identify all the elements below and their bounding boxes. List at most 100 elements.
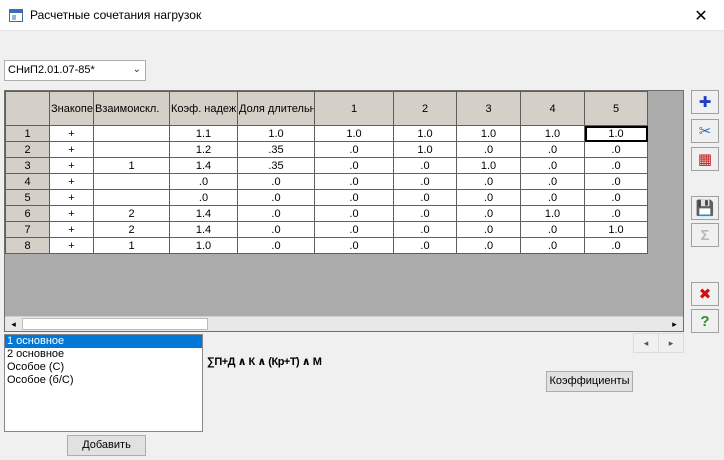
- grid-cell[interactable]: .0: [584, 141, 648, 158]
- save-button[interactable]: 💾: [691, 196, 719, 220]
- grid-cell[interactable]: [93, 125, 170, 142]
- grid-cell[interactable]: .0: [393, 157, 457, 174]
- grid-cell[interactable]: +: [49, 125, 94, 142]
- grid-cell[interactable]: .0: [584, 205, 648, 222]
- grid-cell[interactable]: .0: [456, 221, 521, 238]
- grid-cell[interactable]: .0: [393, 173, 457, 190]
- grid-cell[interactable]: 1: [93, 157, 170, 174]
- column-header[interactable]: 1: [314, 91, 394, 126]
- grid-cell[interactable]: .0: [393, 189, 457, 206]
- grid-cell[interactable]: .0: [237, 221, 315, 238]
- column-header[interactable]: 3: [456, 91, 521, 126]
- coefficients-button[interactable]: Коэффициенты: [546, 371, 633, 392]
- grid-cell[interactable]: 1.2: [169, 141, 238, 158]
- pager-next-button[interactable]: ▸: [658, 333, 684, 353]
- list-item[interactable]: 1 основное: [5, 335, 202, 348]
- grid-cell[interactable]: +: [49, 141, 94, 158]
- list-item[interactable]: Особое (С): [5, 361, 202, 374]
- grid-cell[interactable]: 2: [93, 205, 170, 222]
- grid-cell[interactable]: +: [49, 157, 94, 174]
- column-header[interactable]: Коэф. надежн.: [169, 91, 238, 126]
- add-button[interactable]: ✚: [691, 90, 719, 114]
- grid-cell[interactable]: .0: [520, 157, 585, 174]
- grid-cell[interactable]: 1.4: [169, 157, 238, 174]
- grid-cell[interactable]: +: [49, 205, 94, 222]
- grid-cell[interactable]: .0: [314, 141, 394, 158]
- close-x-button[interactable]: ✖: [691, 282, 719, 306]
- grid-cell[interactable]: .0: [393, 237, 457, 254]
- grid-cell[interactable]: .0: [314, 157, 394, 174]
- sum-button[interactable]: Σ: [691, 223, 719, 247]
- grid-cell[interactable]: .0: [520, 237, 585, 254]
- combination-type-list[interactable]: 1 основное 2 основное Особое (С) Особое (б/…: [4, 334, 203, 432]
- column-header[interactable]: Доля длительн.: [237, 91, 315, 126]
- column-header[interactable]: Знакоперем.: [49, 91, 94, 126]
- grid-cell[interactable]: 1.1: [169, 125, 238, 142]
- grid-cell[interactable]: 1.0: [393, 125, 457, 142]
- grid-cell[interactable]: [93, 141, 170, 158]
- grid-cell[interactable]: .0: [584, 157, 648, 174]
- grid-cell[interactable]: 1.0: [169, 237, 238, 254]
- grid-cell[interactable]: .0: [237, 205, 315, 222]
- horizontal-scrollbar[interactable]: ◂ ▸: [5, 316, 683, 331]
- add-button[interactable]: Добавить: [67, 435, 146, 456]
- grid-cell[interactable]: 1: [93, 237, 170, 254]
- grid-cell[interactable]: .0: [520, 173, 585, 190]
- grid-cell[interactable]: .0: [520, 189, 585, 206]
- row-number[interactable]: 8: [5, 237, 50, 254]
- cut-button[interactable]: ✂: [691, 119, 719, 143]
- delete-rows-button[interactable]: ▦: [691, 147, 719, 171]
- scroll-right-icon[interactable]: ▸: [666, 317, 683, 331]
- grid-cell[interactable]: 1.0: [314, 125, 394, 142]
- window-close-button[interactable]: ✕: [678, 0, 724, 31]
- scroll-thumb[interactable]: [22, 318, 208, 330]
- grid-cell[interactable]: .0: [584, 237, 648, 254]
- grid-cell[interactable]: +: [49, 221, 94, 238]
- grid-cell[interactable]: +: [49, 173, 94, 190]
- grid-cell[interactable]: .0: [393, 205, 457, 222]
- grid-cell[interactable]: .0: [520, 141, 585, 158]
- grid-cell[interactable]: .0: [456, 189, 521, 206]
- grid-cell[interactable]: 1.0: [520, 205, 585, 222]
- row-number[interactable]: 2: [5, 141, 50, 158]
- grid-cell[interactable]: +: [49, 189, 94, 206]
- column-header[interactable]: 4: [520, 91, 585, 126]
- list-item[interactable]: 2 основное: [5, 348, 202, 361]
- grid-cell[interactable]: .0: [314, 221, 394, 238]
- grid-cell[interactable]: .0: [520, 221, 585, 238]
- grid-cell[interactable]: .0: [314, 237, 394, 254]
- column-header[interactable]: 2: [393, 91, 457, 126]
- pager-prev-button[interactable]: ◂: [633, 333, 659, 353]
- grid-cell[interactable]: 1.0: [584, 221, 648, 238]
- grid-cell[interactable]: .0: [456, 205, 521, 222]
- grid-cell[interactable]: .0: [314, 189, 394, 206]
- grid-cell[interactable]: .0: [393, 221, 457, 238]
- grid-cell[interactable]: .0: [456, 141, 521, 158]
- grid-cell[interactable]: .0: [237, 189, 315, 206]
- grid-cell[interactable]: 2: [93, 221, 170, 238]
- grid-cell[interactable]: +: [49, 237, 94, 254]
- grid-cell[interactable]: 1.0: [456, 125, 521, 142]
- chevron-down-icon[interactable]: ⌄: [133, 64, 141, 75]
- grid-cell[interactable]: .0: [169, 189, 238, 206]
- help-button[interactable]: ?: [691, 309, 719, 333]
- grid-cell[interactable]: .0: [237, 173, 315, 190]
- grid-cell[interactable]: .0: [237, 237, 315, 254]
- grid-cell[interactable]: 1.4: [169, 221, 238, 238]
- grid-cell[interactable]: .0: [456, 237, 521, 254]
- row-number[interactable]: 6: [5, 205, 50, 222]
- scroll-left-icon[interactable]: ◂: [5, 317, 22, 331]
- list-item[interactable]: Особое (б/С): [5, 374, 202, 387]
- grid-cell[interactable]: .0: [169, 173, 238, 190]
- column-header[interactable]: Взаимоискл.: [93, 91, 170, 126]
- norm-select[interactable]: СНиП2.01.07-85* ⌄: [4, 60, 146, 81]
- grid-cell[interactable]: 1.0: [584, 125, 648, 142]
- grid-cell[interactable]: [93, 189, 170, 206]
- row-number[interactable]: 3: [5, 157, 50, 174]
- grid-cell[interactable]: .35: [237, 141, 315, 158]
- grid-cell[interactable]: .35: [237, 157, 315, 174]
- grid-cell[interactable]: .0: [314, 205, 394, 222]
- grid-cell[interactable]: .0: [314, 173, 394, 190]
- grid-cell[interactable]: 1.0: [237, 125, 315, 142]
- row-number[interactable]: 5: [5, 189, 50, 206]
